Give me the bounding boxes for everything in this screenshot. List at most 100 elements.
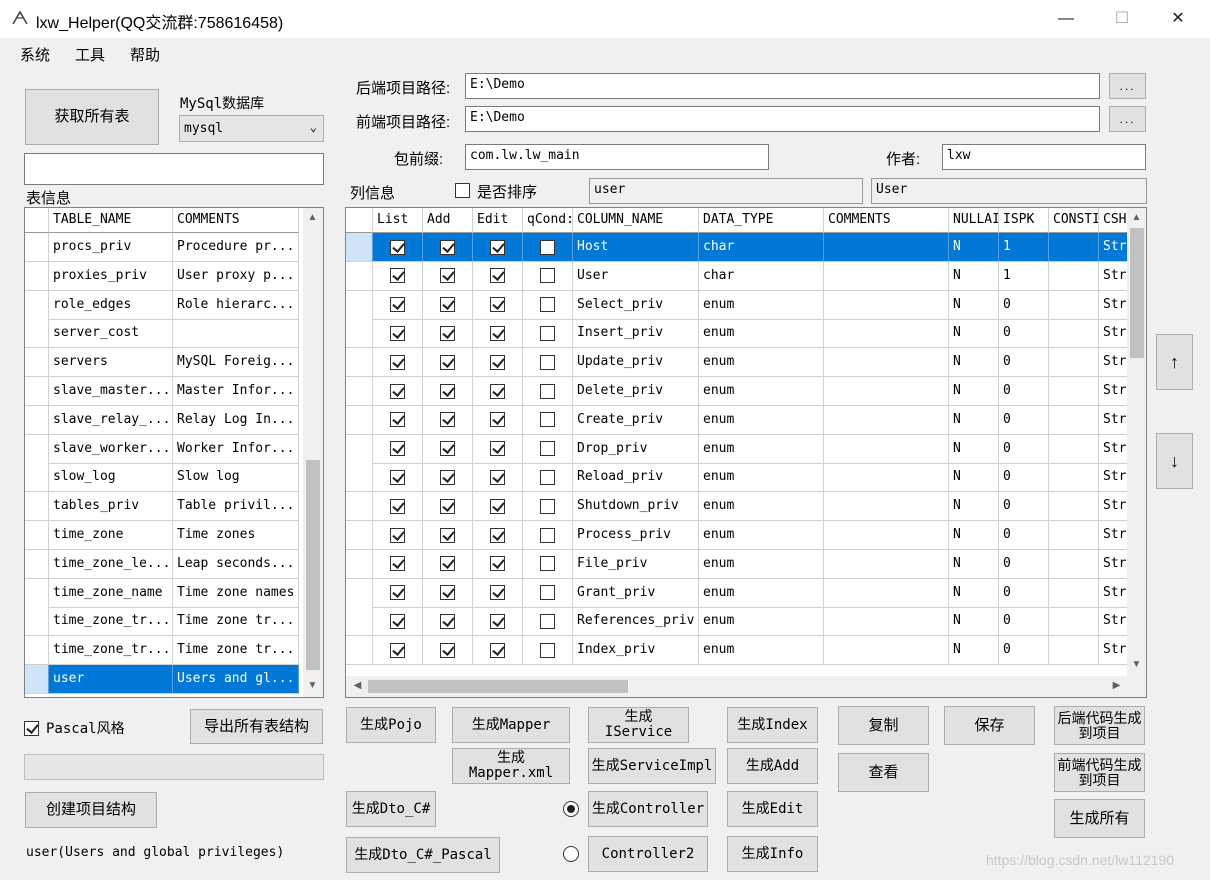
edit-checkbox[interactable] [473,377,523,406]
list-checkbox[interactable] [373,319,423,349]
gen-mapper-xml-button[interactable]: 生成Mapper.xml [452,748,570,784]
add-checkbox[interactable] [423,549,473,579]
table-name-cell[interactable]: time_zone_tr... [49,607,173,637]
column-row[interactable]: Insert_privenum N0 Str: [346,319,1129,349]
edit-checkbox[interactable] [473,463,523,493]
data-type-cell[interactable]: enum [699,492,824,522]
list-checkbox[interactable] [373,348,423,378]
qcond-checkbox[interactable] [523,233,573,262]
qcond-checkbox[interactable] [523,636,573,666]
column-name-cell[interactable]: Create_priv [573,405,699,435]
column-name-cell[interactable]: Shutdown_priv [573,492,699,522]
edit-checkbox[interactable] [473,319,523,349]
constraint-cell[interactable] [1049,233,1099,262]
table-name-cell[interactable]: slave_worker... [49,434,173,464]
nullable-cell[interactable]: N [949,636,999,666]
ispk-cell[interactable]: 1 [999,233,1049,262]
copy-button[interactable]: 复制 [838,706,929,745]
table-row[interactable]: procs_priv Procedure pr... [25,233,299,262]
list-checkbox[interactable] [373,578,423,608]
add-checkbox[interactable] [423,348,473,378]
row-header-cell[interactable] [346,578,373,608]
column-header-edit[interactable]: Edit [473,208,523,233]
row-header-cell[interactable] [346,290,373,320]
gen-info-button[interactable]: 生成Info [727,836,818,872]
sort-checkbox[interactable] [455,181,470,198]
data-type-cell[interactable]: enum [699,521,824,550]
column-header-nullable[interactable]: NULLAI [949,208,999,233]
table-name-cell[interactable]: servers [49,348,173,378]
column-row[interactable]: Delete_privenum N0 Str: [346,377,1129,406]
comments-cell[interactable] [824,405,949,435]
menu-help[interactable]: 帮助 [130,44,160,65]
move-down-button[interactable]: ↓ [1156,433,1193,489]
ispk-cell[interactable]: 0 [999,578,1049,608]
table-comment-cell[interactable]: Time zone tr... [173,607,299,637]
add-checkbox[interactable] [423,607,473,637]
add-checkbox[interactable] [423,377,473,406]
data-type-cell[interactable]: enum [699,377,824,406]
column-name-cell[interactable]: Delete_priv [573,377,699,406]
column-row[interactable]: Userchar N1 Str: [346,261,1129,291]
column-name-cell[interactable]: Reload_priv [573,463,699,493]
list-checkbox[interactable] [373,463,423,493]
minimize-button[interactable]: — [1038,0,1094,38]
list-checkbox[interactable] [373,434,423,464]
gen-edit-button[interactable]: 生成Edit [727,791,818,827]
comments-cell[interactable] [824,492,949,522]
menu-tools[interactable]: 工具 [75,44,105,65]
row-header-cell[interactable] [346,492,373,522]
row-header-cell[interactable] [25,405,49,435]
csharp-type-cell[interactable]: Str: [1099,607,1129,637]
row-header-cell[interactable] [25,319,49,349]
qcond-checkbox[interactable] [523,521,573,550]
row-header-cell[interactable] [25,233,49,262]
qcond-checkbox[interactable] [523,405,573,435]
table-name-cell[interactable]: server_cost [49,319,173,349]
edit-checkbox[interactable] [473,607,523,637]
edit-checkbox[interactable] [473,405,523,435]
backend-to-project-button[interactable]: 后端代码生成到项目 [1054,706,1145,745]
edit-checkbox[interactable] [473,233,523,262]
data-type-cell[interactable]: enum [699,434,824,464]
ispk-cell[interactable]: 0 [999,290,1049,320]
constraint-cell[interactable] [1049,377,1099,406]
row-header-cell[interactable] [346,434,373,464]
column-header-constraint[interactable]: CONSTI [1049,208,1099,233]
scroll-left-icon[interactable]: ◀ [349,680,366,691]
comments-cell[interactable] [824,261,949,291]
column-row[interactable]: Index_privenum N0 Str: [346,636,1129,666]
row-header-cell[interactable] [346,463,373,493]
table-comment-cell[interactable]: Time zone tr... [173,636,299,666]
table-name-cell[interactable]: time_zone_tr... [49,636,173,666]
list-checkbox[interactable] [373,377,423,406]
table-comment-cell[interactable]: User proxy p... [173,261,299,291]
scroll-down-icon[interactable]: ▼ [304,680,321,691]
table-row[interactable]: servers MySQL Foreig... [25,348,299,378]
comments-cell[interactable] [824,549,949,579]
edit-checkbox[interactable] [473,261,523,291]
edit-checkbox[interactable] [473,348,523,378]
row-header-cell[interactable] [25,521,49,550]
scroll-thumb[interactable] [306,460,320,670]
list-checkbox[interactable] [373,521,423,550]
list-checkbox[interactable] [373,261,423,291]
table-search-input[interactable] [24,153,324,185]
qcond-checkbox[interactable] [523,348,573,378]
columns-grid[interactable]: List Add Edit qCond: COLUMN_NAME DATA_TY… [345,207,1147,698]
table-comment-cell[interactable]: Users and gl... [173,665,299,694]
db-select[interactable]: mysql ⌄ [179,115,324,142]
row-header-cell[interactable] [25,492,49,522]
row-header-cell[interactable] [25,665,49,694]
add-checkbox[interactable] [423,492,473,522]
constraint-cell[interactable] [1049,319,1099,349]
column-row[interactable]: References_privenum N0 Str: [346,607,1129,637]
table-row[interactable]: role_edges Role hierarc... [25,290,299,320]
table-name-cell[interactable]: time_zone [49,521,173,550]
ispk-cell[interactable]: 0 [999,549,1049,579]
table-name-cell[interactable]: time_zone_name [49,578,173,608]
table-row[interactable]: time_zone_tr... Time zone tr... [25,607,299,637]
nullable-cell[interactable]: N [949,319,999,349]
controller2-button[interactable]: Controller2 [588,836,708,872]
ispk-cell[interactable]: 0 [999,607,1049,637]
